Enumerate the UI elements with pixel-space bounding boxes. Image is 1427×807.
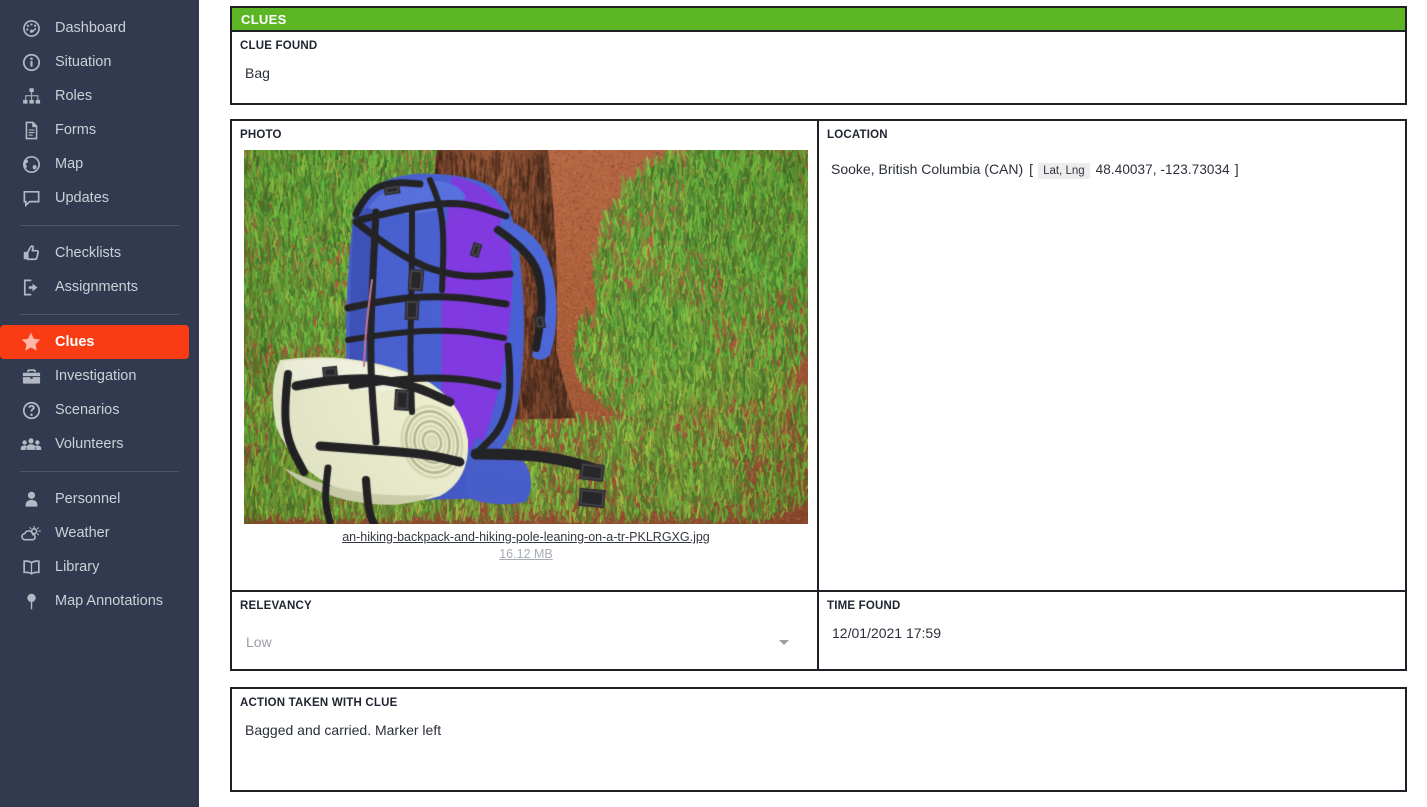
- sidebar-item-situation[interactable]: Situation: [0, 45, 189, 79]
- sidebar-item-investigation[interactable]: Investigation: [0, 359, 189, 393]
- briefcase-icon: [18, 365, 44, 387]
- sidebar-item-roles[interactable]: Roles: [0, 79, 189, 113]
- location-value: Sooke, British Columbia (CAN) [ Lat, Lng…: [831, 161, 1239, 179]
- sidebar-item-label: Library: [55, 559, 100, 575]
- action-taken-panel: ACTION TAKEN WITH CLUE Bagged and carrie…: [230, 687, 1407, 792]
- time-found-label: TIME FOUND: [827, 600, 901, 612]
- photo-label: PHOTO: [240, 129, 282, 141]
- sidebar: Dashboard Situation Roles Forms Map Updates Ch…: [0, 0, 199, 807]
- sidebar-item-scenarios[interactable]: Scenarios: [0, 393, 189, 427]
- sidebar-item-label: Assignments: [55, 279, 139, 295]
- sidebar-item-label: Investigation: [55, 368, 137, 384]
- sidebar-item-clues[interactable]: Clues: [0, 325, 189, 359]
- relevancy-cell: RELEVANCY Low: [232, 592, 819, 671]
- speech-bubble-icon: [18, 187, 44, 209]
- sidebar-item-weather[interactable]: Weather: [0, 516, 189, 550]
- sidebar-item-checklists[interactable]: Checklists: [0, 236, 189, 270]
- sidebar-item-label: Forms: [55, 122, 97, 138]
- document-icon: [18, 119, 44, 141]
- sidebar-item-map-annotations[interactable]: Map Annotations: [0, 584, 189, 618]
- sidebar-item-assignments[interactable]: Assignments: [0, 270, 189, 304]
- clue-found-label: CLUE FOUND: [240, 40, 318, 52]
- sidebar-item-library[interactable]: Library: [0, 550, 189, 584]
- star-icon: [18, 331, 44, 353]
- clue-found-panel: CLUE FOUND Bag: [230, 30, 1407, 105]
- time-found-cell: TIME FOUND 12/01/2021 17:59: [819, 592, 1405, 671]
- action-taken-value: Bagged and carried. Marker left: [245, 722, 442, 738]
- time-found-value: 12/01/2021 17:59: [832, 625, 941, 641]
- sidebar-item-label: Volunteers: [55, 436, 124, 452]
- sidebar-item-dashboard[interactable]: Dashboard: [0, 11, 189, 45]
- sidebar-item-updates[interactable]: Updates: [0, 181, 189, 215]
- sidebar-item-label: Weather: [55, 525, 110, 541]
- sidebar-item-label: Roles: [55, 88, 93, 104]
- sidebar-item-label: Clues: [55, 334, 95, 350]
- relevancy-label: RELEVANCY: [240, 600, 312, 612]
- app-root: Dashboard Situation Roles Forms Map Updates Ch…: [0, 0, 1427, 807]
- sidebar-item-label: Map Annotations: [55, 593, 164, 609]
- thumbs-up-icon: [18, 242, 44, 264]
- sidebar-item-label: Scenarios: [55, 402, 120, 418]
- chevron-down-icon: [779, 640, 789, 645]
- photo-cell: PHOTO an-hiking-backpack-and-hiking-pole…: [232, 121, 819, 590]
- book-icon: [18, 556, 44, 578]
- person-icon: [18, 488, 44, 510]
- sidebar-divider: [20, 314, 179, 315]
- sidebar-item-volunteers[interactable]: Volunteers: [0, 427, 189, 461]
- latlng-tag: Lat, Lng: [1038, 163, 1090, 179]
- photo-location-panel: PHOTO an-hiking-backpack-and-hiking-pole…: [230, 119, 1407, 671]
- globe-icon: [18, 153, 44, 175]
- sidebar-item-label: Dashboard: [55, 20, 126, 36]
- sidebar-divider: [20, 225, 179, 226]
- action-taken-label: ACTION TAKEN WITH CLUE: [240, 697, 398, 709]
- map-pin-icon: [18, 590, 44, 612]
- sidebar-divider: [20, 471, 179, 472]
- sidebar-item-label: Personnel: [55, 491, 121, 507]
- location-coordinates: 48.40037, -123.73034: [1095, 162, 1230, 177]
- photo-filesize-link[interactable]: 16.12 MB: [244, 547, 808, 561]
- info-circle-icon: [18, 51, 44, 73]
- sun-cloud-icon: [18, 522, 44, 544]
- clue-photo-canvas[interactable]: [244, 150, 808, 524]
- sidebar-item-label: Situation: [55, 54, 112, 70]
- page-title: CLUES: [230, 6, 1407, 30]
- photo-filename-link[interactable]: an-hiking-backpack-and-hiking-pole-leani…: [244, 530, 808, 544]
- location-place: Sooke, British Columbia (CAN): [831, 161, 1024, 177]
- page-title-text: CLUES: [241, 11, 287, 27]
- sidebar-item-map[interactable]: Map: [0, 147, 189, 181]
- location-label: LOCATION: [827, 129, 888, 141]
- location-cell: LOCATION Sooke, British Columbia (CAN) […: [819, 121, 1405, 590]
- relevancy-value: Low: [246, 634, 272, 650]
- dashboard-icon: [18, 17, 44, 39]
- sidebar-item-label: Map: [55, 156, 84, 172]
- sign-out-icon: [18, 276, 44, 298]
- sidebar-item-label: Updates: [55, 190, 110, 206]
- bracket-open: [: [1029, 161, 1034, 177]
- org-chart-icon: [18, 85, 44, 107]
- sidebar-item-forms[interactable]: Forms: [0, 113, 189, 147]
- people-icon: [18, 433, 44, 455]
- question-icon: [18, 399, 44, 421]
- sidebar-item-personnel[interactable]: Personnel: [0, 482, 189, 516]
- bracket-close: ]: [1234, 161, 1239, 177]
- sidebar-item-label: Checklists: [55, 245, 122, 261]
- clue-found-value: Bag: [245, 65, 270, 81]
- main-content: CLUES CLUE FOUND Bag PHOTO an-hiking-bac…: [199, 0, 1427, 807]
- clue-photo[interactable]: [244, 150, 808, 524]
- relevancy-dropdown[interactable]: Low: [240, 625, 803, 659]
